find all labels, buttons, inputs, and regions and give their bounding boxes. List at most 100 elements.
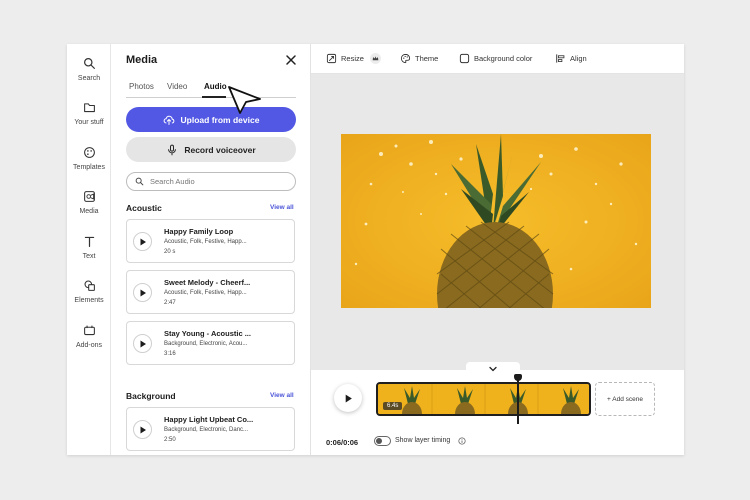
- add-scene-button[interactable]: + Add scene: [595, 382, 655, 416]
- theme-label: Theme: [415, 54, 439, 63]
- folder-icon: [83, 103, 95, 113]
- media-icon: [83, 191, 95, 202]
- rail-item-media[interactable]: Media: [67, 190, 111, 215]
- chevron-down-icon: [489, 366, 497, 372]
- play-track-button[interactable]: [133, 283, 152, 302]
- play-track-button[interactable]: [133, 232, 152, 251]
- rail-label: Elements: [74, 297, 104, 304]
- background-color-button[interactable]: Background color: [459, 53, 532, 64]
- view-all-background-link[interactable]: View all: [270, 392, 294, 399]
- background-color-label: Background color: [474, 54, 533, 63]
- info-icon[interactable]: [458, 437, 466, 445]
- record-voiceover-button[interactable]: Record voiceover: [126, 137, 296, 162]
- mouse-pointer-icon: [228, 86, 261, 114]
- active-tab-indicator: [202, 96, 226, 98]
- search-audio-input[interactable]: [150, 177, 290, 186]
- scene-clip[interactable]: 6.4s: [376, 382, 591, 416]
- rail-label: Media: [79, 208, 99, 215]
- background-color-swatch-icon: [459, 53, 470, 64]
- rail-label: Add-ons: [75, 342, 103, 349]
- templates-icon: [83, 147, 95, 158]
- media-tabs: Photos Video Audio: [126, 82, 296, 98]
- collapse-timeline-button[interactable]: [466, 362, 520, 376]
- layer-timing-toggle[interactable]: [374, 436, 391, 446]
- track-tags: Acoustic, Folk, Festive, Happ...: [164, 239, 247, 245]
- editor-toolbar: Resize Theme Background color Align: [311, 44, 684, 74]
- rail-item-templates[interactable]: Templates: [67, 146, 111, 171]
- search-audio-field[interactable]: [126, 172, 296, 191]
- resize-button[interactable]: Resize: [326, 53, 381, 64]
- play-icon: [140, 426, 146, 433]
- track-duration: 3:16: [164, 351, 176, 357]
- align-button[interactable]: Align: [555, 53, 587, 64]
- resize-label: Resize: [341, 54, 364, 63]
- text-icon: [84, 236, 94, 247]
- playhead[interactable]: [514, 374, 522, 424]
- upload-from-device-button[interactable]: Upload from device: [126, 107, 296, 132]
- view-all-acoustic-link[interactable]: View all: [270, 204, 294, 211]
- editor-canvas[interactable]: [311, 74, 684, 370]
- play-icon: [140, 340, 146, 347]
- play-icon: [345, 394, 352, 402]
- rail-item-search[interactable]: Search: [67, 57, 111, 82]
- close-icon[interactable]: [285, 54, 297, 66]
- tab-audio[interactable]: Audio: [204, 82, 227, 91]
- track-tags: Background, Electronic, Acou...: [164, 341, 248, 347]
- toggle-knob: [376, 438, 382, 444]
- pineapple-photo[interactable]: [341, 134, 651, 308]
- clip-thumbnails: [378, 384, 589, 414]
- editor-main: Resize Theme Background color Align 6.4s…: [311, 44, 684, 455]
- timeline: 6.4s + Add scene 0:06/0:06 Show layer ti…: [311, 362, 684, 455]
- track-name: Happy Light Upbeat Co...: [164, 415, 254, 424]
- track-name: Happy Family Loop: [164, 227, 234, 236]
- cloud-upload-icon: [163, 115, 174, 125]
- left-rail: Search Your stuff Templates Media Text E…: [67, 44, 111, 455]
- track-duration: 2:50: [164, 437, 176, 443]
- rail-item-elements[interactable]: Elements: [67, 279, 111, 304]
- panel-title: Media: [126, 54, 158, 66]
- rail-label: Search: [77, 75, 101, 82]
- track-tags: Background, Electronic, Danc...: [164, 427, 249, 433]
- search-icon: [83, 58, 95, 69]
- play-track-button[interactable]: [133, 334, 152, 353]
- media-panel: Media Photos Video Audio Upload from dev…: [111, 44, 311, 455]
- record-label: Record voiceover: [184, 144, 256, 155]
- rail-item-your-stuff[interactable]: Your stuff: [67, 101, 111, 126]
- rail-item-text[interactable]: Text: [67, 235, 111, 260]
- tab-video[interactable]: Video: [167, 82, 187, 91]
- resize-icon: [326, 53, 337, 64]
- track-tags: Acoustic, Folk, Festive, Happ...: [164, 290, 247, 296]
- audio-track-item[interactable]: Happy Family Loop Acoustic, Folk, Festiv…: [126, 219, 295, 263]
- play-track-button[interactable]: [133, 420, 152, 439]
- add-ons-icon: [83, 325, 95, 336]
- elements-icon: [84, 280, 95, 291]
- rail-label: Your stuff: [74, 119, 104, 126]
- theme-button[interactable]: Theme: [400, 53, 438, 64]
- play-icon: [140, 289, 146, 296]
- align-label: Align: [570, 54, 587, 63]
- audio-track-item[interactable]: Sweet Melody - Cheerf... Acoustic, Folk,…: [126, 270, 295, 314]
- microphone-icon: [168, 144, 177, 155]
- playhead-handle[interactable]: [514, 374, 522, 381]
- rail-label: Text: [82, 253, 96, 260]
- track-name: Sweet Melody - Cheerf...: [164, 278, 251, 287]
- play-icon: [140, 238, 146, 245]
- audio-track-item[interactable]: Happy Light Upbeat Co... Background, Ele…: [126, 407, 295, 451]
- track-duration: 2:47: [164, 300, 176, 306]
- palette-icon: [400, 53, 411, 64]
- pineapple-image: [341, 134, 651, 308]
- play-preview-button[interactable]: [334, 384, 362, 412]
- section-title-background: Background: [126, 391, 176, 401]
- tab-photos[interactable]: Photos: [129, 82, 154, 91]
- search-icon: [135, 177, 144, 186]
- layer-timing-label: Show layer timing: [395, 437, 451, 444]
- upload-label: Upload from device: [180, 114, 260, 125]
- rail-item-add-ons[interactable]: Add-ons: [67, 324, 111, 349]
- clip-duration-badge: 6.4s: [383, 402, 403, 410]
- section-title-acoustic: Acoustic: [126, 203, 162, 213]
- app-window: Search Your stuff Templates Media Text E…: [67, 44, 684, 455]
- track-duration: 20 s: [164, 249, 176, 255]
- time-readout: 0:06/0:06: [326, 438, 359, 447]
- audio-track-item[interactable]: Stay Young - Acoustic ... Background, El…: [126, 321, 295, 365]
- track-name: Stay Young - Acoustic ...: [164, 329, 251, 338]
